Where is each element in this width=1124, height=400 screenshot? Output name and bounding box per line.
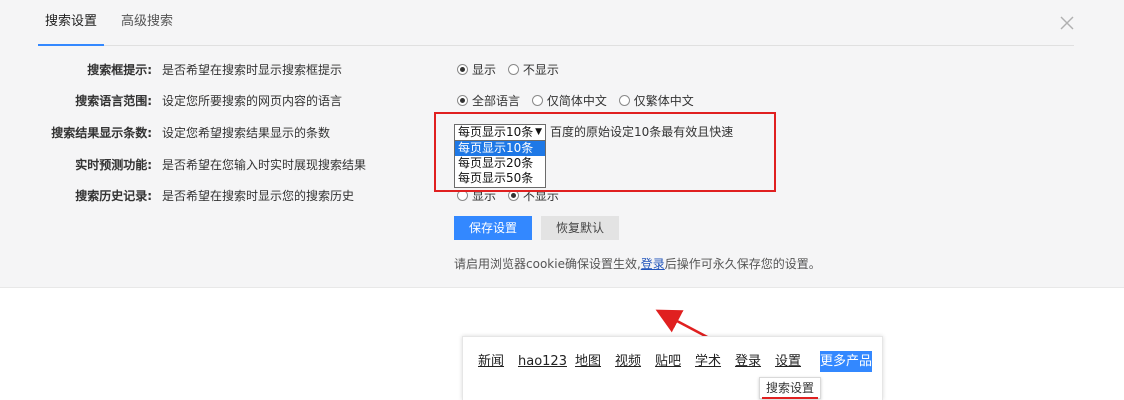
nav-link-settings[interactable]: 设置 (775, 353, 801, 371)
search-settings-menu-item[interactable]: 搜索设置 (759, 377, 821, 399)
more-products-button[interactable]: 更多产品 (820, 351, 872, 372)
nav-link-scholar[interactable]: 学术 (695, 353, 721, 371)
nav-link-map[interactable]: 地图 (575, 353, 601, 371)
nav-link-hao123[interactable]: hao123 (518, 353, 567, 371)
nav-link-video[interactable]: 视频 (615, 353, 641, 371)
top-navbar: 新闻 hao123 地图 视频 贴吧 学术 登录 设置 更多产品 搜索设置 (462, 336, 883, 400)
nav-link-login[interactable]: 登录 (735, 353, 761, 371)
nav-link-tieba[interactable]: 贴吧 (655, 353, 681, 371)
annotation-underline (762, 397, 818, 399)
nav-link-news[interactable]: 新闻 (478, 353, 504, 371)
